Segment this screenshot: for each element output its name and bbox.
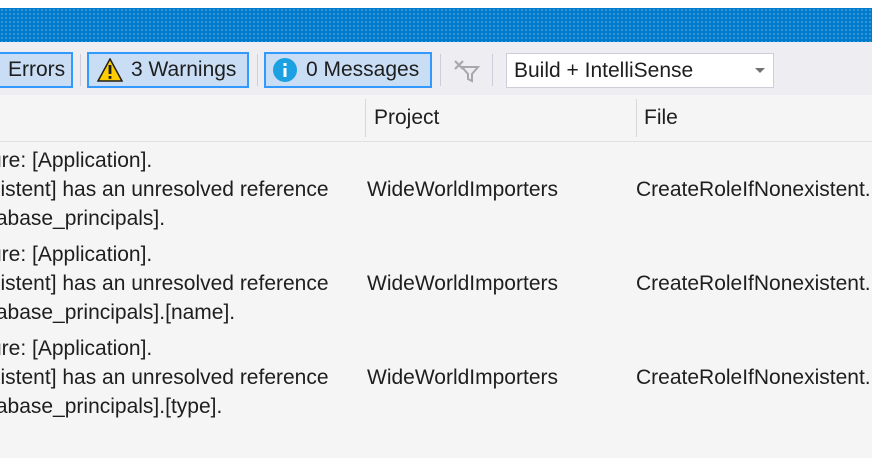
warnings-filter-button[interactable]: 3 Warnings xyxy=(87,52,249,88)
errors-filter-button[interactable]: Errors xyxy=(0,52,73,88)
toolbar-separator xyxy=(440,54,441,86)
project-cell: WideWorldImporters xyxy=(367,178,558,201)
description-cell: ure: [Application]. xistent] has an unre… xyxy=(0,235,362,329)
table-row[interactable]: ure: [Application]. xistent] has an unre… xyxy=(0,235,872,329)
column-divider[interactable] xyxy=(365,99,366,137)
description-line: xistent] has an unresolved reference xyxy=(0,366,329,389)
description-cell: ure: [Application]. xistent] has an unre… xyxy=(0,141,362,235)
info-icon xyxy=(272,57,298,83)
description-line: ure: [Application]. xyxy=(0,149,153,172)
errors-label: Errors xyxy=(8,58,66,81)
column-header-file-label: File xyxy=(644,106,678,129)
column-header-project[interactable]: Project xyxy=(374,95,439,141)
toolbar-separator xyxy=(257,54,258,86)
chevron-down-icon xyxy=(755,68,765,73)
project-cell: WideWorldImporters xyxy=(367,366,558,389)
title-bar xyxy=(0,8,872,42)
table-row[interactable]: ure: [Application]. xistent] has an unre… xyxy=(0,329,872,423)
column-header-file[interactable]: File xyxy=(644,95,678,141)
scope-value: Build + IntelliSense xyxy=(514,58,694,82)
error-list-toolbar: Errors 3 Warnings 0 Messages Build + Int… xyxy=(0,42,872,95)
description-line: tabase_principals].[type]. xyxy=(0,395,223,418)
file-cell: CreateRoleIfNonexistent. xyxy=(636,178,871,201)
file-cell: CreateRoleIfNonexistent. xyxy=(636,366,871,389)
toolbar-separator xyxy=(492,54,493,86)
warnings-label: 3 Warnings xyxy=(131,58,237,81)
column-header-project-label: Project xyxy=(374,106,440,129)
column-divider[interactable] xyxy=(636,99,637,137)
description-line: xistent] has an unresolved reference xyxy=(0,178,329,201)
project-cell: WideWorldImporters xyxy=(367,272,558,295)
scope-dropdown[interactable]: Build + IntelliSense xyxy=(506,53,774,88)
messages-label: 0 Messages xyxy=(306,58,420,81)
description-line: tabase_principals].[name]. xyxy=(0,301,236,324)
clear-filter-icon[interactable] xyxy=(452,58,481,84)
table-row[interactable]: ure: [Application]. xistent] has an unre… xyxy=(0,141,872,235)
toolbar-separator xyxy=(80,54,81,86)
column-header-row: Project File xyxy=(0,95,872,142)
description-line: xistent] has an unresolved reference xyxy=(0,272,329,295)
file-cell: CreateRoleIfNonexistent. xyxy=(636,272,871,295)
description-line: ure: [Application]. xyxy=(0,337,153,360)
description-cell: ure: [Application]. xistent] has an unre… xyxy=(0,329,362,423)
window-top-edge xyxy=(0,0,872,8)
description-line: tabase_principals]. xyxy=(0,207,166,230)
warning-icon xyxy=(97,58,123,82)
description-line: ure: [Application]. xyxy=(0,243,153,266)
messages-filter-button[interactable]: 0 Messages xyxy=(264,52,432,88)
